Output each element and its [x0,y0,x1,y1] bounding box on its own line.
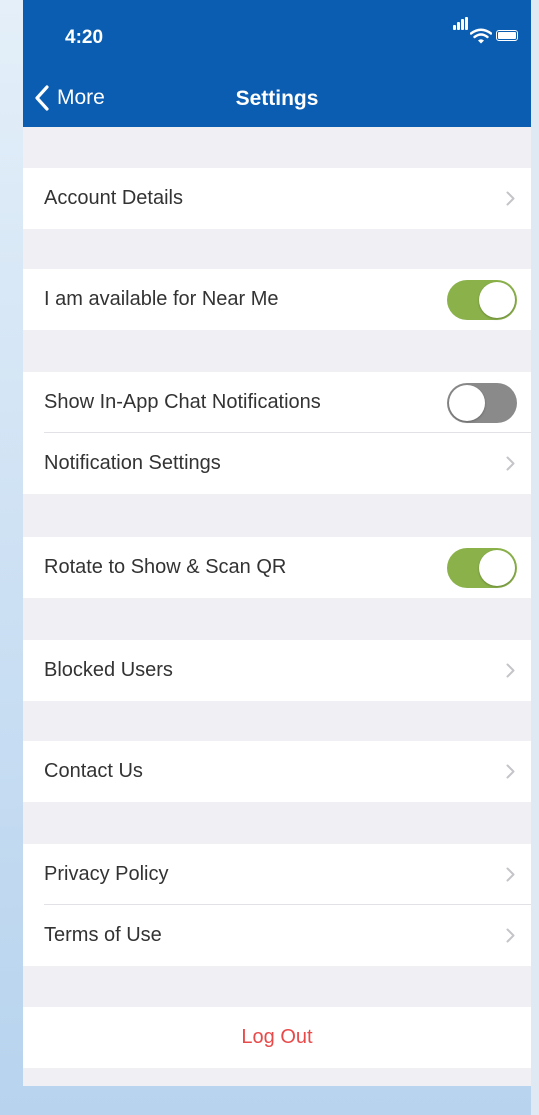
blocked-users-label: Blocked Users [44,659,173,681]
near-me-label: I am available for Near Me [44,288,279,310]
phone-screen: 4:20 More Settings Account Details I am … [23,0,531,1086]
notification-settings-row[interactable]: Notification Settings [23,433,531,494]
near-me-row: I am available for Near Me [23,269,531,330]
contact-us-label: Contact Us [44,760,143,782]
status-time: 4:20 [65,27,104,48]
terms-of-use-label: Terms of Use [44,924,162,946]
chevron-right-icon [506,663,515,678]
account-details-row[interactable]: Account Details [23,168,531,229]
chat-notifications-label: Show In-App Chat Notifications [44,391,321,413]
status-icons [437,17,518,44]
chat-notifications-row: Show In-App Chat Notifications [23,372,531,433]
notification-settings-label: Notification Settings [44,452,221,474]
page-title: Settings [235,87,319,110]
chevron-right-icon [506,928,515,943]
contact-us-row[interactable]: Contact Us [23,741,531,802]
background-strip [531,0,539,1115]
privacy-policy-label: Privacy Policy [44,863,169,885]
terms-of-use-row[interactable]: Terms of Use [23,905,531,966]
chevron-right-icon [506,456,515,471]
navigation-bar: 4:20 More Settings [23,0,531,127]
toggle-knob [479,550,515,586]
account-details-label: Account Details [44,187,183,209]
log-out-label: Log Out [241,1026,313,1048]
toggle-knob [479,282,515,318]
chat-notifications-toggle[interactable] [447,383,517,423]
rotate-qr-toggle[interactable] [447,548,517,588]
toggle-knob [449,385,485,421]
privacy-policy-row[interactable]: Privacy Policy [23,844,531,905]
rotate-qr-label: Rotate to Show & Scan QR [44,556,287,578]
blocked-users-row[interactable]: Blocked Users [23,640,531,701]
rotate-qr-row: Rotate to Show & Scan QR [23,537,531,598]
battery-icon [496,30,518,41]
log-out-button[interactable]: Log Out [23,1007,531,1068]
chevron-right-icon [506,867,515,882]
chevron-right-icon [506,191,515,206]
chevron-right-icon [506,764,515,779]
near-me-toggle[interactable] [447,280,517,320]
wifi-icon [470,28,492,44]
